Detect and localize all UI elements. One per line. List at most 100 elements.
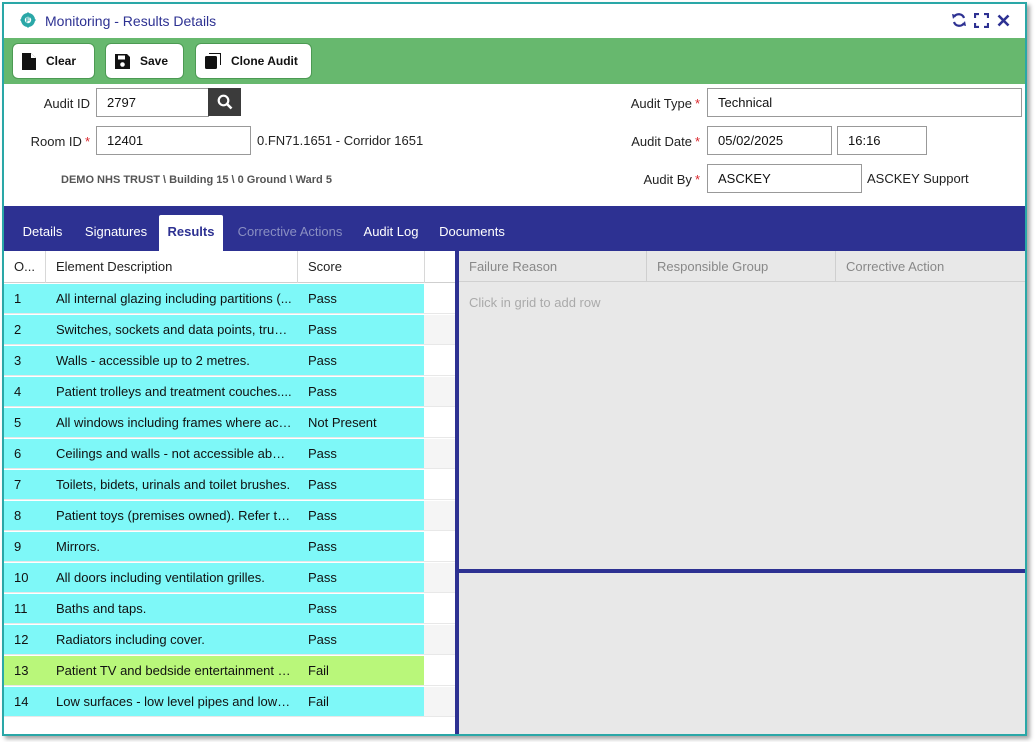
row-filler [424,656,455,686]
clone-audit-button[interactable]: Clone Audit [195,43,312,79]
row-filler [424,439,455,469]
room-id-field[interactable]: 12401 [96,126,251,155]
table-row[interactable]: 10 All doors including ventilation grille… [4,563,424,593]
row-filler [424,594,455,624]
tab-details[interactable]: Details [12,215,73,251]
save-button[interactable]: Save [105,43,184,79]
row-score: Pass [308,446,337,461]
row-order: 2 [14,322,22,337]
tab-audit-log[interactable]: Audit Log [355,215,427,251]
row-filler [424,284,455,314]
audit-id-field[interactable]: 2797 [96,88,209,117]
row-score: Fail [308,663,329,678]
row-filler [424,315,455,345]
audit-by-value: ASCKEY [718,171,771,186]
close-button[interactable] [994,11,1012,29]
clear-label: Clear [46,54,77,68]
audit-date-value: 05/02/2025 [718,133,784,148]
tab-corrective-actions: Corrective Actions [237,224,343,239]
room-description: 0.FN71.1651 - Corridor 1651 [257,133,424,148]
room-id-label: Room ID * [14,134,90,149]
audit-type-value: Technical [718,95,773,110]
audit-date-field[interactable]: 05/02/2025 [707,126,832,155]
table-row[interactable]: 9 Mirrors. Pass [4,532,424,562]
row-order: 12 [14,632,29,647]
row-order: 10 [14,570,29,585]
tab-results[interactable]: Results [159,215,223,251]
gear-badge-icon: F [20,12,36,28]
table-row[interactable]: 2 Switches, sockets and data points, trun… [4,315,424,345]
audit-type-label: Audit Type * [604,96,700,111]
table-row[interactable]: 6 Ceilings and walls - not accessible abo… [4,439,424,469]
row-description: All internal glazing including partition… [56,291,292,306]
row-order: 9 [14,539,22,554]
room-id-value: 12401 [107,133,144,148]
tab-documents[interactable]: Documents [431,215,513,251]
audit-by-label: Audit By * [604,172,700,187]
tab-signatures[interactable]: Signatures [77,215,155,251]
audit-type-field[interactable]: Technical [707,88,1022,117]
row-score: Fail [308,694,329,709]
row-filler [424,408,455,438]
table-row[interactable]: 7 Toilets, bidets, urinals and toilet bru… [4,470,424,500]
row-description: Toilets, bidets, urinals and toilet brus… [56,477,291,492]
table-row[interactable]: 5 All windows including frames where acc.… [4,408,424,438]
audit-id-label: Audit ID [43,96,90,111]
table-row[interactable]: 1 All internal glazing including partitio… [4,284,424,314]
row-filler [424,501,455,531]
row-score: Not Present [308,415,377,430]
table-row[interactable]: 4 Patient trolleys and treatment couches.… [4,377,424,407]
table-row[interactable]: 11 Baths and taps. Pass [4,594,424,624]
table-row[interactable]: 8 Patient toys (premises owned). Refer to… [4,501,424,531]
results-grid-header: O... Element Description Score [4,251,455,283]
table-row[interactable]: 13 Patient TV and bedside entertainment s… [4,656,424,686]
toolbar: Clear Save Clone Audit [4,38,1025,84]
row-order: 11 [14,601,28,616]
required-marker: * [694,172,700,187]
row-order: 13 [14,663,29,678]
required-marker: * [694,134,700,149]
clone-audit-label: Clone Audit [231,54,298,68]
failure-grid[interactable]: Failure Reason Responsible Group Correct… [459,251,1025,569]
column-header-failure-reason[interactable]: Failure Reason [459,251,647,282]
title-bar: F Monitoring - Results Details [4,4,1025,38]
audit-time-field[interactable]: 16:16 [837,126,927,155]
close-icon [997,14,1009,26]
table-row[interactable]: 3 Walls - accessible up to 2 metres. Pass [4,346,424,376]
column-header-description[interactable]: Element Description [46,251,298,283]
row-description: All doors including ventilation grilles. [56,570,265,585]
row-filler [424,563,455,593]
column-header-score[interactable]: Score [298,251,425,283]
audit-time-value: 16:16 [848,133,881,148]
svg-text:F: F [26,18,31,25]
row-description: Patient TV and bedside entertainment s..… [56,663,292,678]
maximize-button[interactable] [972,11,990,29]
table-row[interactable]: 12 Radiators including cover. Pass [4,625,424,655]
required-marker: * [694,96,700,111]
room-id-label-text: Room ID [30,134,82,149]
grid-placeholder: Click in grid to add row [469,295,601,310]
row-description: All windows including frames where acc..… [56,415,292,430]
refresh-icon [952,13,966,27]
column-header-corrective-action[interactable]: Corrective Action [836,251,1025,282]
audit-id-value: 2797 [107,95,136,110]
row-description: Patient trolleys and treatment couches..… [56,384,292,399]
detail-panel [459,573,1025,734]
row-description: Patient toys (premises owned). Refer to … [56,508,292,523]
row-filler [424,532,455,562]
column-header-order[interactable]: O... [4,251,46,283]
clear-button[interactable]: Clear [12,43,95,79]
row-score: Pass [308,353,337,368]
row-filler [424,470,455,500]
audit-by-field[interactable]: ASCKEY [707,164,862,193]
audit-search-button[interactable] [208,88,241,116]
row-order: 7 [14,477,22,492]
row-order: 8 [14,508,22,523]
row-description: Ceilings and walls - not accessible abov… [56,446,292,461]
table-row[interactable]: 14 Low surfaces - low level pipes and low… [4,687,424,717]
column-header-responsible-group[interactable]: Responsible Group [647,251,836,282]
refresh-button[interactable] [950,11,968,29]
row-order: 4 [14,384,22,399]
audit-by-label-text: Audit By [643,172,692,187]
audit-date-label: Audit Date * [604,134,700,149]
